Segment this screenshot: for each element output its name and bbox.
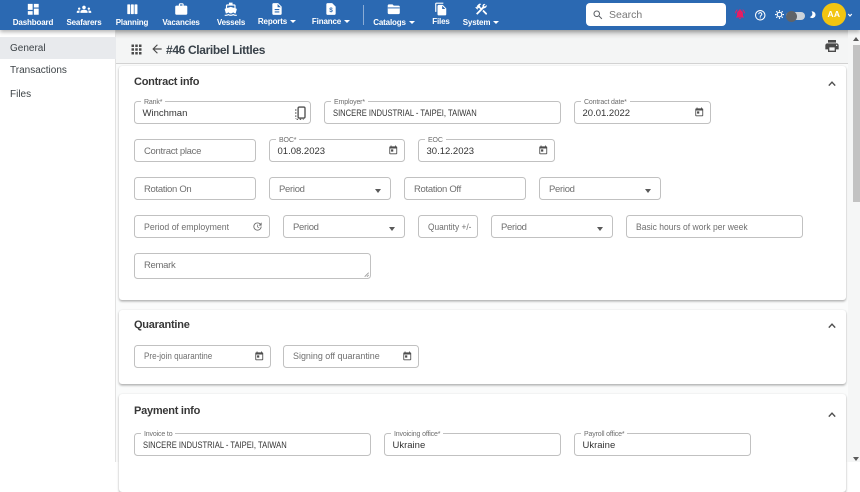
svg-text:$: $ [329,7,333,14]
